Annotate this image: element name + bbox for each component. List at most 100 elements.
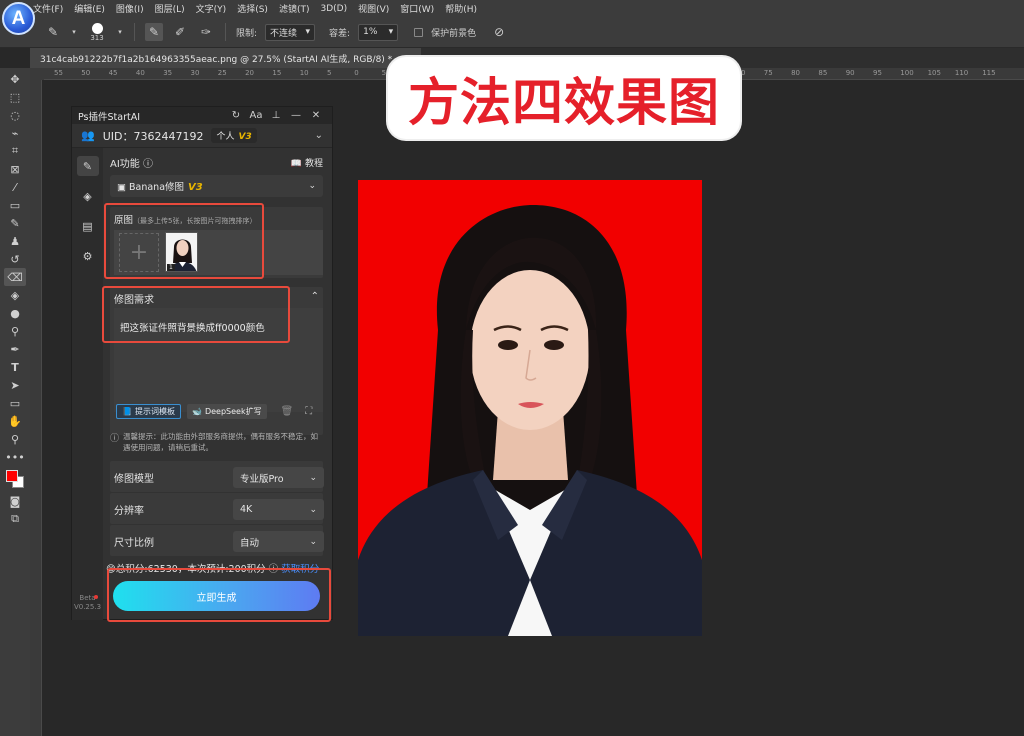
- rectangle-tool-icon[interactable]: ▭: [4, 394, 26, 412]
- user-row[interactable]: 👥 UID：7362447192 个人 V3 ⌄: [72, 124, 332, 148]
- book-icon: 📘: [122, 407, 132, 416]
- more-tools-icon[interactable]: •••: [4, 448, 26, 466]
- vertical-ruler: [30, 80, 42, 736]
- tolerance-select[interactable]: 1% ▾: [358, 23, 399, 41]
- chevron-up-icon[interactable]: ⌃: [311, 291, 319, 306]
- brush-size-picker[interactable]: 313: [86, 22, 108, 42]
- screen-mode-icon[interactable]: ⧉: [4, 510, 26, 528]
- portrait-illustration: [358, 180, 702, 636]
- chevron-down-icon[interactable]: ⌄: [315, 130, 323, 141]
- dropdown-arrow-icon[interactable]: ▾: [70, 23, 78, 41]
- ratio-select[interactable]: 自动 ⌄: [233, 531, 324, 552]
- ruler-tick-label: 0: [354, 69, 359, 77]
- expand-icon[interactable]: ⛶: [305, 406, 312, 417]
- eraser-tool-icon[interactable]: ⌫: [4, 268, 26, 286]
- menu-item[interactable]: 图像(I): [116, 2, 144, 15]
- edit-nav-icon[interactable]: ✎: [76, 156, 99, 176]
- healing-tool-icon[interactable]: ▭: [4, 196, 26, 214]
- refresh-icon[interactable]: ↻: [226, 110, 246, 121]
- limit-select[interactable]: 不连续 ▾: [265, 23, 316, 41]
- menu-item[interactable]: 滤镜(T): [279, 2, 310, 15]
- frame-tool-icon[interactable]: ⊠: [4, 160, 26, 178]
- ruler-tick-label: 40: [135, 69, 145, 77]
- magic-eraser-tool-icon[interactable]: ✎: [44, 23, 62, 41]
- dodge-tool-icon[interactable]: ⚲: [4, 322, 26, 340]
- startai-logo[interactable]: A: [2, 2, 35, 35]
- eyedropper-tool-icon[interactable]: ⁄: [4, 178, 26, 196]
- version-info: Beta V0.25.3: [73, 594, 102, 611]
- paint-bucket-icon[interactable]: ◈: [4, 286, 26, 304]
- ruler-corner: [30, 68, 44, 80]
- tools-panel: ✥ ⬚ ◌ ⌁ ⌗ ⊠ ⁄ ▭ ✎ ♟ ↺ ⌫ ◈ ● ⚲ ✒ T ➤ ▭ ✋ …: [0, 68, 30, 736]
- limit-label: 限制:: [236, 28, 258, 39]
- menu-item[interactable]: 图层(L): [155, 2, 185, 15]
- quick-mask-icon[interactable]: ◙: [4, 492, 26, 510]
- separator: [134, 23, 135, 41]
- path-select-tool-icon[interactable]: ➤: [4, 376, 26, 394]
- type-tool-icon[interactable]: T: [4, 358, 26, 376]
- ruler-tick-label: 85: [818, 69, 828, 77]
- deepseek-expand-button[interactable]: 🐋 DeepSeek扩写: [186, 404, 267, 419]
- menu-bar: 文件(F) 编辑(E) 图像(I) 图层(L) 文字(Y) 选择(S) 滤镜(T) 3D(D)…: [0, 0, 1024, 17]
- document-image[interactable]: [358, 180, 702, 636]
- lasso-tool-icon[interactable]: ◌: [4, 106, 26, 124]
- ruler-tick-label: 80: [791, 69, 801, 77]
- dropdown-arrow-icon[interactable]: ▾: [116, 23, 124, 41]
- history-nav-icon[interactable]: ▤: [77, 216, 99, 236]
- document-tab[interactable]: 31c4cab91222b7f1a2b164963355aeac.png @ 2…: [30, 48, 422, 68]
- brush-tool-icon[interactable]: ✎: [4, 214, 26, 232]
- history-brush-icon[interactable]: ↺: [4, 250, 26, 268]
- prompt-template-button[interactable]: 📘 提示词模板: [116, 404, 181, 419]
- resolution-row: 分辨率 4K ⌄: [110, 493, 324, 524]
- ruler-tick-label: 110: [954, 69, 969, 77]
- notice: ⓘ 温馨提示：此功能由外部服务商提供，偶有服务不稳定，如遇使用问题，请稍后重试。: [110, 432, 319, 452]
- close-icon[interactable]: ✕: [306, 110, 326, 121]
- brush-mode-icon[interactable]: ✎: [145, 23, 163, 41]
- sample-bg-icon[interactable]: ✑: [197, 23, 215, 41]
- menu-item[interactable]: 窗口(W): [400, 2, 434, 15]
- stamp-tool-icon[interactable]: ♟: [4, 232, 26, 250]
- quick-select-tool-icon[interactable]: ⌁: [4, 124, 26, 142]
- menu-item[interactable]: 编辑(E): [74, 2, 105, 15]
- ruler-tick-label: 5: [327, 69, 332, 77]
- ruler-tick-label: 5: [381, 69, 387, 77]
- move-tool-icon[interactable]: ✥: [4, 70, 26, 88]
- title-banner: 方法四效果图: [388, 57, 740, 139]
- zoom-tool-icon[interactable]: ⚲: [4, 430, 26, 448]
- tutorial-link[interactable]: 📖 教程: [291, 156, 323, 169]
- pen-tool-icon[interactable]: ✒: [4, 340, 26, 358]
- font-size-icon[interactable]: Aa: [246, 110, 266, 121]
- marquee-tool-icon[interactable]: ⬚: [4, 88, 26, 106]
- ruler-tick-label: 35: [163, 69, 173, 77]
- color-swatches[interactable]: [4, 468, 26, 492]
- trash-icon[interactable]: 🗑: [281, 406, 294, 417]
- model-select[interactable]: 专业版Pro ⌄: [233, 467, 324, 488]
- pressure-pen-icon[interactable]: ⊘: [490, 23, 508, 41]
- requirement-actions: 📘 提示词模板 🐋 DeepSeek扩写 🗑 ⛶: [116, 404, 312, 419]
- ai-function-select[interactable]: ▣ Banana修图 V3 ⌄: [110, 175, 323, 197]
- panel-header: Ps插件StartAI ↻ Aa ⊥ — ✕: [72, 107, 332, 124]
- chevron-down-icon: ▾: [305, 27, 311, 37]
- sample-once-icon[interactable]: ✐: [171, 23, 189, 41]
- hand-tool-icon[interactable]: ✋: [4, 412, 26, 430]
- minimize-icon[interactable]: —: [286, 110, 306, 121]
- menu-item[interactable]: 视图(V): [358, 2, 389, 15]
- menu-item[interactable]: 3D(D): [320, 4, 347, 14]
- menu-item[interactable]: 文件(F): [33, 2, 63, 15]
- ruler-tick-label: 95: [873, 69, 882, 77]
- menu-item[interactable]: 选择(S): [237, 2, 268, 15]
- book-icon: 📖: [290, 158, 305, 169]
- layers-nav-icon[interactable]: ◈: [77, 186, 99, 206]
- settings-nav-icon[interactable]: ⚙: [77, 246, 99, 266]
- menu-item[interactable]: 文字(Y): [196, 2, 227, 15]
- ruler-tick-label: 20: [245, 69, 255, 77]
- blur-tool-icon[interactable]: ●: [4, 304, 26, 322]
- menu-item[interactable]: 帮助(H): [445, 2, 477, 15]
- crop-tool-icon[interactable]: ⌗: [4, 142, 26, 160]
- pin-icon[interactable]: ⊥: [266, 110, 286, 121]
- resolution-select[interactable]: 4K ⌄: [233, 499, 324, 520]
- protect-fg-checkbox[interactable]: [414, 27, 424, 37]
- highlight-generate: [107, 568, 331, 622]
- foreground-color-swatch[interactable]: [6, 470, 18, 482]
- protect-fg-label: 保护前景色: [431, 28, 477, 39]
